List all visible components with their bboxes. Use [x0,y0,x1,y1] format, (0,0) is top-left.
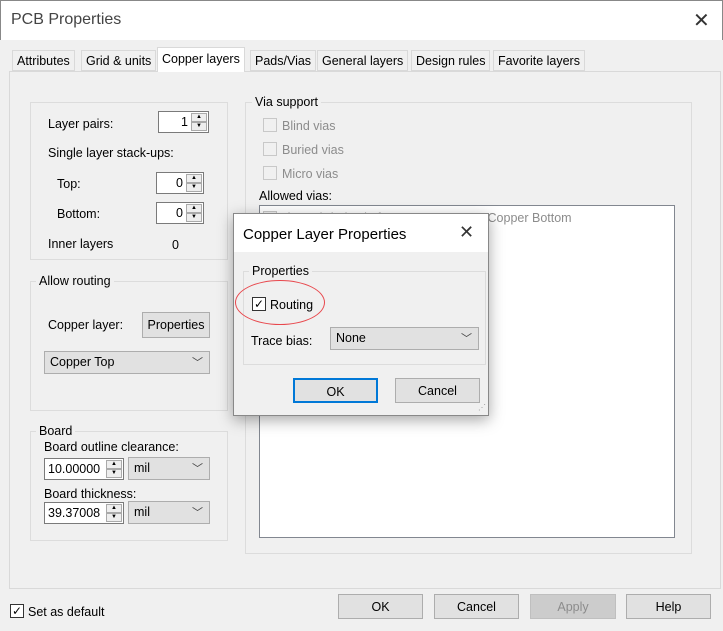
inner-layers-label: Inner layers [48,237,114,251]
chevron-down-icon: ﹀ [192,357,203,369]
single-stackups-label: Single layer stack-ups: [48,146,174,160]
top-label: Top: [57,177,81,191]
tab-grid-units[interactable]: Grid & units [81,50,157,71]
down-icon[interactable]: ▼ [186,213,202,222]
up-icon[interactable]: ▲ [191,113,207,122]
routing-label: Routing [270,298,314,312]
up-icon[interactable]: ▲ [106,504,122,513]
chevron-down-icon: ﹀ [192,463,203,475]
routing-checkbox[interactable]: ✓ [252,297,266,311]
board-label: Board [36,424,76,438]
trace-bias-label: Trace bias: [251,334,313,348]
micro-vias-checkbox[interactable] [263,166,277,180]
tab-pads-vias[interactable]: Pads/Vias [250,50,317,71]
copper-layer-properties-dialog: Copper Layer Properties ✕ Properties ✓ R… [233,213,489,416]
resize-grip-icon[interactable]: ⋰ [478,403,486,412]
allowed-vias-label: Allowed vias: [259,189,332,203]
set-default-checkbox[interactable]: ✓ [10,604,24,618]
allow-routing-group [30,281,228,411]
down-icon[interactable]: ▼ [106,513,122,522]
thickness-label: Board thickness: [44,487,137,501]
up-icon[interactable]: ▲ [106,460,122,469]
chevron-down-icon: ﹀ [192,507,203,519]
tab-attributes[interactable]: Attributes [12,50,75,71]
close-icon[interactable]: ✕ [459,222,474,243]
up-icon[interactable]: ▲ [186,204,202,213]
tab-favorite-layers[interactable]: Favorite layers [493,50,585,71]
blind-vias-checkbox[interactable] [263,118,277,132]
tab-general-layers[interactable]: General layers [317,50,409,71]
thickness-input[interactable]: 39.37008 ▲ ▼ [44,502,124,524]
window-title: PCB Properties [11,11,122,28]
allow-routing-label: Allow routing [36,274,114,288]
buried-vias-checkbox[interactable] [263,142,277,156]
blind-vias-label: Blind vias [282,119,336,133]
down-icon[interactable]: ▼ [186,183,202,192]
copper-layer-select[interactable]: Copper Top ﹀ [44,351,210,374]
copper-layer-label: Copper layer: [48,318,124,332]
trace-bias-select[interactable]: None ﹀ [330,327,479,350]
clearance-label: Board outline clearance: [44,440,179,454]
help-button[interactable]: Help [626,594,711,619]
tab-copper-layers[interactable]: Copper layers [157,47,245,72]
properties-button[interactable]: Properties [142,312,210,338]
down-icon[interactable]: ▼ [106,469,122,478]
thickness-unit-select[interactable]: mil ﹀ [128,501,210,524]
micro-vias-label: Micro vias [282,167,339,181]
bottom-label: Bottom: [57,207,101,221]
dialog-ok-button[interactable]: OK [293,378,378,403]
via-support-label: Via support [252,95,322,109]
close-icon[interactable]: ✕ [693,8,710,33]
bottom-stepper[interactable]: 0 ▲ ▼ [156,202,204,224]
set-default-label: Set as default [28,605,105,619]
up-icon[interactable]: ▲ [186,174,202,183]
down-icon[interactable]: ▼ [191,122,207,131]
title-bar: PCB Properties ✕ [0,0,723,40]
inner-layers-value: 0 [172,238,179,252]
clearance-input[interactable]: 10.00000 ▲ ▼ [44,458,124,480]
cancel-button[interactable]: Cancel [434,594,519,619]
top-stepper[interactable]: 0 ▲ ▼ [156,172,204,194]
layer-pairs-stepper[interactable]: 1 ▲ ▼ [158,111,209,133]
layer-pairs-label: Layer pairs: [48,117,114,131]
dialog-cancel-button[interactable]: Cancel [395,378,480,403]
clearance-unit-select[interactable]: mil ﹀ [128,457,210,480]
buried-vias-label: Buried vias [282,143,344,157]
properties-group-label: Properties [249,264,312,278]
ok-button[interactable]: OK [338,594,423,619]
apply-button[interactable]: Apply [530,594,616,619]
tab-design-rules[interactable]: Design rules [411,50,491,71]
chevron-down-icon: ﹀ [461,333,472,345]
dialog-title: Copper Layer Properties [243,226,407,243]
